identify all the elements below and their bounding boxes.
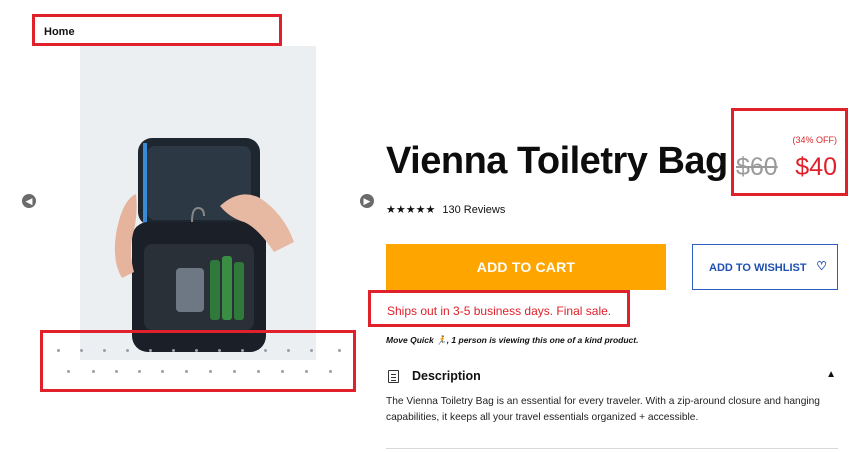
discount-badge: (34% OFF)	[792, 135, 837, 145]
sale-price: $40	[795, 153, 837, 181]
viewing-notice: Move Quick 🏃, 1 person is viewing this o…	[386, 335, 638, 346]
shipping-note-box: Ships out in 3-5 business days. Final sa…	[368, 290, 630, 327]
carousel-dot[interactable]	[264, 349, 267, 352]
original-price: $60	[736, 153, 778, 181]
viewing-text: , 1 person is viewing this one of a kind…	[446, 335, 639, 345]
toiletry-bag-illustration	[80, 46, 316, 360]
carousel-dot[interactable]	[138, 370, 141, 373]
carousel-dot[interactable]	[92, 370, 95, 373]
breadcrumb: Home	[32, 14, 282, 46]
description-title: Description	[412, 369, 481, 383]
chevron-right-icon: ▶	[363, 196, 371, 206]
carousel-dot[interactable]	[126, 349, 129, 352]
heart-icon: ♡	[816, 259, 827, 273]
description-accordion-header[interactable]: Description ▲	[386, 367, 838, 387]
runner-emoji-icon: 🏃	[436, 335, 447, 345]
carousel-dot[interactable]	[233, 370, 236, 373]
carousel-dot[interactable]	[287, 349, 290, 352]
product-image	[80, 46, 316, 360]
add-to-cart-button[interactable]: ADD TO CART	[386, 244, 666, 290]
product-title: Vienna Toiletry Bag	[386, 140, 728, 182]
carousel-dot[interactable]	[241, 349, 244, 352]
carousel-dot[interactable]	[149, 349, 152, 352]
carousel-dot[interactable]	[103, 349, 106, 352]
carousel-dot[interactable]	[338, 349, 341, 352]
carousel-prev-button[interactable]: ◀	[22, 194, 36, 208]
carousel-dots	[40, 330, 356, 392]
carousel-dot[interactable]	[172, 349, 175, 352]
carousel-dot[interactable]	[209, 370, 212, 373]
carousel-dot[interactable]	[218, 349, 221, 352]
carousel-dot[interactable]	[57, 349, 60, 352]
carousel-dot[interactable]	[310, 349, 313, 352]
carousel-dot[interactable]	[185, 370, 188, 373]
carousel-dot[interactable]	[329, 370, 332, 373]
carousel-next-button[interactable]: ▶	[360, 194, 374, 208]
star-rating-icon: ★★★★★	[386, 204, 436, 216]
document-icon	[388, 370, 399, 383]
chevron-left-icon: ◀	[25, 196, 33, 206]
carousel-dot[interactable]	[161, 370, 164, 373]
breadcrumb-home-link[interactable]: Home	[44, 26, 75, 38]
carousel-dot[interactable]	[67, 370, 70, 373]
carousel-dot[interactable]	[281, 370, 284, 373]
shipping-note: Ships out in 3-5 business days. Final sa…	[387, 304, 612, 318]
price-box: (34% OFF) $60 $40	[731, 108, 848, 196]
description-text: The Vienna Toiletry Bag is an essential …	[386, 396, 820, 423]
carousel-dot[interactable]	[115, 370, 118, 373]
wishlist-label: ADD TO WISHLIST	[709, 262, 807, 274]
carousel-dot[interactable]	[257, 370, 260, 373]
add-to-wishlist-button[interactable]: ADD TO WISHLIST ♡	[692, 244, 838, 290]
carousel-dot[interactable]	[305, 370, 308, 373]
chevron-up-icon: ▲	[826, 369, 836, 380]
carousel-dot[interactable]	[195, 349, 198, 352]
divider	[386, 448, 838, 449]
viewing-prefix: Move Quick	[386, 335, 434, 345]
review-count-link[interactable]: 130 Reviews	[442, 204, 505, 216]
carousel-dot[interactable]	[80, 349, 83, 352]
rating-row: ★★★★★ 130 Reviews	[386, 203, 505, 216]
